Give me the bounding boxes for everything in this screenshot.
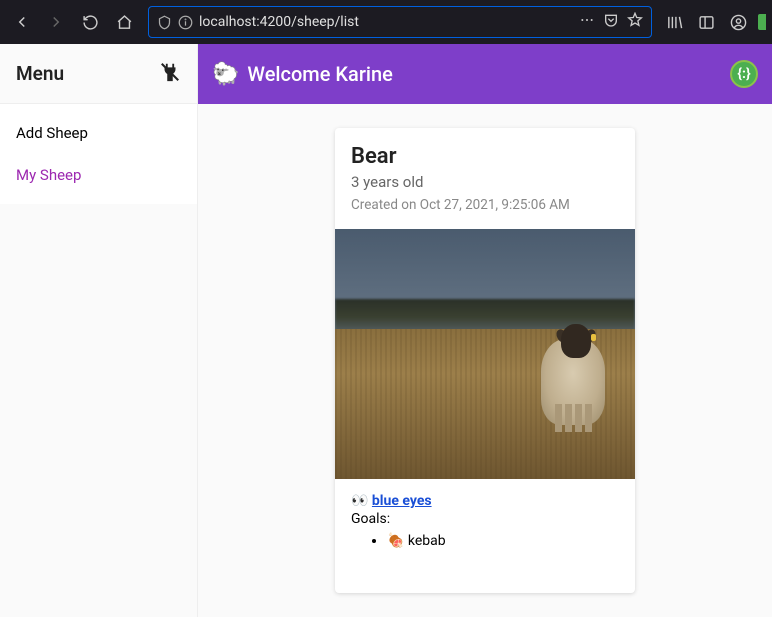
goal-emoji: 🍖 [387, 533, 404, 549]
sheep-icon: 🐑 [212, 62, 239, 87]
plug-off-icon[interactable] [159, 61, 181, 87]
url-text: localhost:4200/sheep/list [199, 14, 573, 30]
card-age: 3 years old [351, 173, 619, 191]
sidebar-item-my-sheep[interactable]: My Sheep [0, 154, 197, 196]
card-created: Created on Oct 27, 2021, 9:25:06 AM [351, 197, 619, 213]
sidebar: Menu Add Sheep My Sheep [0, 44, 198, 617]
reload-button[interactable] [74, 6, 106, 38]
info-icon[interactable] [178, 15, 193, 30]
eyes-icon: 👀 [351, 493, 368, 509]
topbar: 🐑 Welcome Karine {:} [198, 44, 772, 104]
sheep-image [335, 229, 635, 479]
sidebar-icon[interactable] [692, 8, 720, 36]
pocket-icon[interactable] [603, 12, 619, 32]
sidebar-item-add-sheep[interactable]: Add Sheep [0, 112, 197, 154]
goals-label: Goals: [351, 511, 619, 527]
address-bar[interactable]: localhost:4200/sheep/list [148, 6, 652, 38]
sheep-card: Bear 3 years old Created on Oct 27, 2021… [335, 128, 635, 593]
sidebar-item-label: My Sheep [16, 166, 81, 184]
goal-item: 🍖 kebab [387, 533, 619, 549]
shield-icon [157, 15, 172, 30]
library-icon[interactable] [660, 8, 688, 36]
sidebar-title: Menu [16, 62, 64, 85]
eyes-line: 👀 blue eyes [351, 493, 619, 509]
home-button[interactable] [108, 6, 140, 38]
bookmark-star-icon[interactable] [627, 12, 643, 32]
card-title: Bear [351, 144, 619, 169]
json-badge[interactable]: {:} [730, 60, 758, 88]
goal-text: kebab [408, 533, 446, 549]
goals-list: 🍖 kebab [351, 533, 619, 549]
forward-button[interactable] [40, 6, 72, 38]
extension-badge[interactable] [758, 14, 766, 30]
eyes-link[interactable]: blue eyes [372, 493, 432, 509]
browser-toolbar: localhost:4200/sheep/list [0, 0, 772, 44]
content-area: Bear 3 years old Created on Oct 27, 2021… [198, 104, 772, 617]
sidebar-header: Menu [0, 44, 197, 104]
sidebar-item-label: Add Sheep [16, 124, 88, 142]
ellipsis-icon[interactable] [579, 12, 595, 32]
account-icon[interactable] [724, 8, 752, 36]
welcome-text: Welcome Karine [247, 62, 392, 86]
back-button[interactable] [6, 6, 38, 38]
